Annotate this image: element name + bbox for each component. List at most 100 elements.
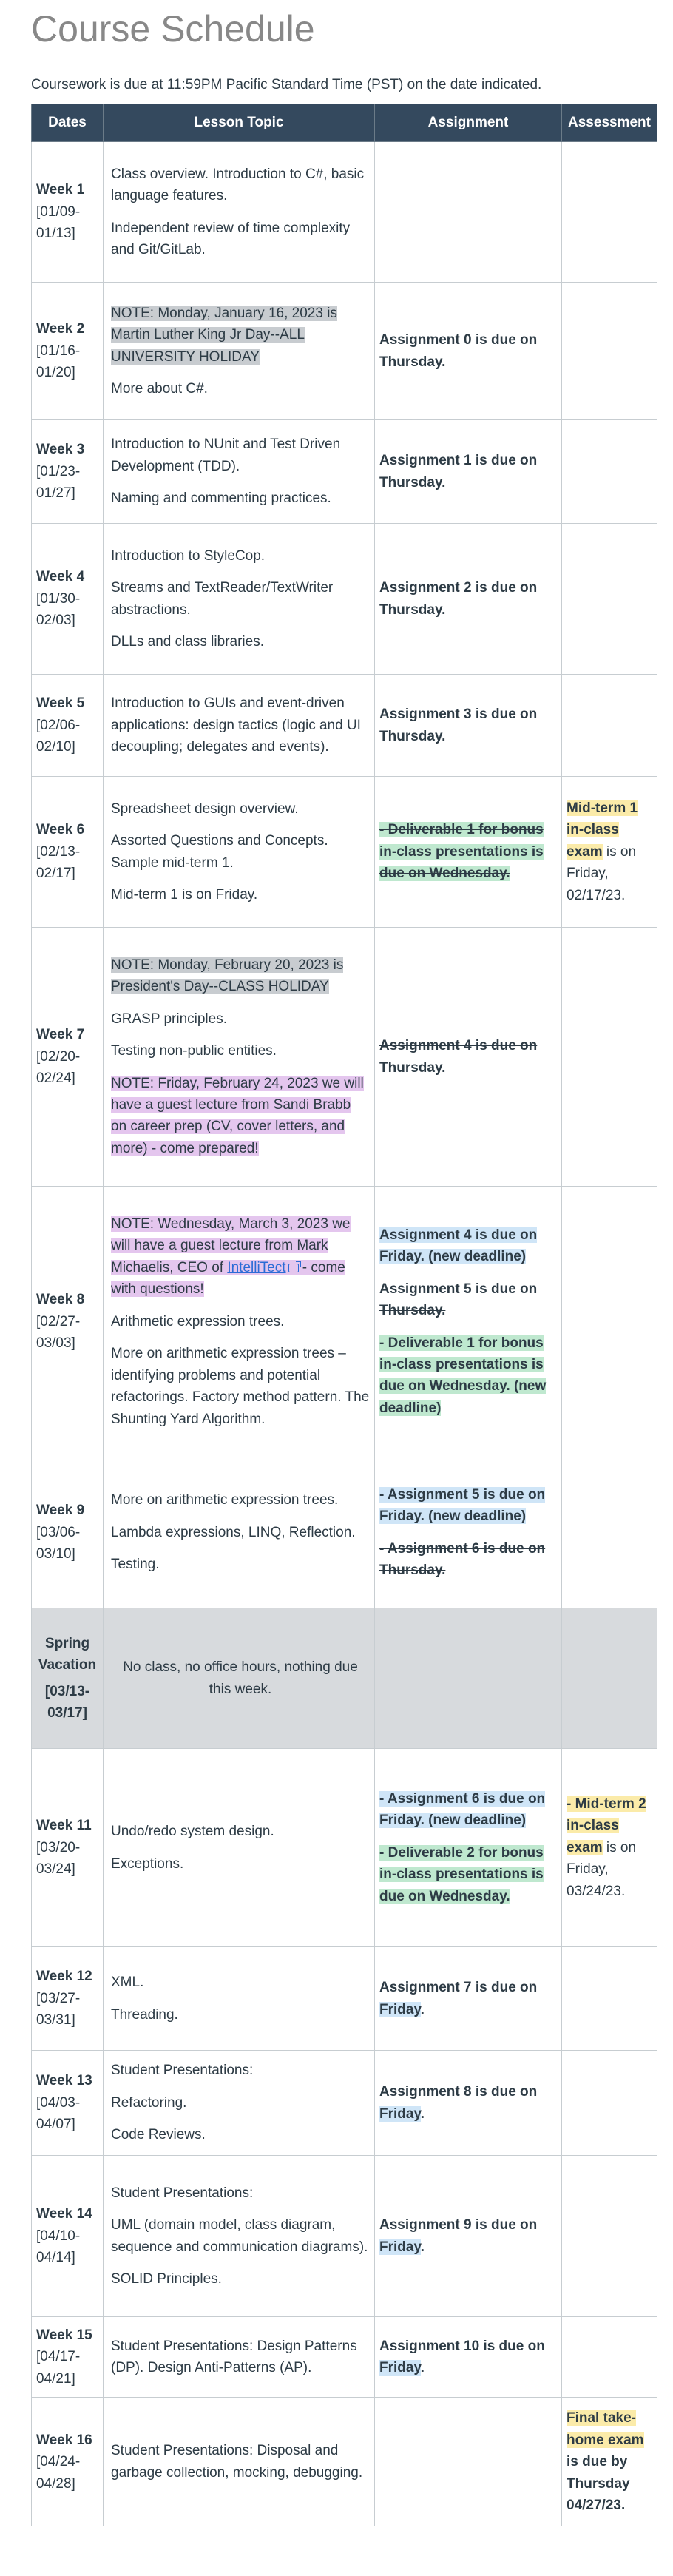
assessment-cell — [561, 1608, 657, 1749]
assessment-cell — [561, 419, 657, 524]
assignment-item: Assignment 4 is due on Friday. (new dead… — [379, 1227, 538, 1265]
week-label: Week 15 — [36, 2327, 92, 2343]
date-range: [02/20-02/24] — [36, 1048, 81, 1087]
assignment-item: Assignment 7 is due on Friday. — [379, 1980, 538, 2017]
assignment-item: - Assignment 5 is due on Friday. (new de… — [379, 1486, 546, 1525]
dates-cell: Week 2 [01/16-01/20] — [31, 282, 104, 420]
topic-item: Introduction to NUnit and Test Driven De… — [111, 436, 341, 474]
week-label: Week 4 — [36, 569, 85, 585]
assignment-cell: - Assignment 6 is due on Friday. (new de… — [374, 1748, 562, 1947]
table-row: Week 11 [03/20-03/24] Undo/redo system d… — [31, 1748, 657, 1947]
dates-cell: Week 4 [01/30-02/03] — [31, 523, 104, 675]
topic-item: More about C#. — [111, 380, 208, 397]
date-range: [04/10-04/14] — [36, 2228, 81, 2266]
assessment-cell — [561, 141, 657, 283]
dates-cell: Week 16 [04/24-04/28] — [31, 2397, 104, 2527]
guest-lecture-note: NOTE: Friday, February 24, 2023 we will … — [111, 1075, 364, 1156]
table-row: Week 2 [01/16-01/20] NOTE: Monday, Janua… — [31, 282, 657, 420]
week-label: Week 7 — [36, 1027, 85, 1043]
external-link-icon[interactable] — [288, 1261, 301, 1272]
dates-cell: Week 7 [02/20-02/24] — [31, 927, 104, 1187]
dates-cell: Week 14 [04/10-04/14] — [31, 2155, 104, 2317]
week-label: Week 5 — [36, 695, 85, 712]
dates-cell: Week 5 [02/06-02/10] — [31, 674, 104, 777]
topic-item: SOLID Principles. — [111, 2270, 222, 2287]
assignment-cell: - Assignment 5 is due on Friday. (new de… — [374, 1457, 562, 1608]
assessment-cell — [561, 927, 657, 1187]
topic-item: Class overview. Introduction to C#, basi… — [111, 166, 365, 204]
assignment-cell: Assignment 7 is due on Friday. — [374, 1946, 562, 2051]
assignment-cell: Assignment 10 is due on Friday. — [374, 2316, 562, 2398]
date-range: [02/27-03/03] — [36, 1313, 81, 1352]
assignment-cell — [374, 141, 562, 283]
topic-item: Exceptions. — [111, 1855, 184, 1872]
assessment-cell: Final take-home exam is due by Thursday … — [561, 2397, 657, 2527]
assignment-item: - Deliverable 1 for bonus in-class prese… — [379, 822, 544, 882]
header-assessment: Assessment — [561, 104, 657, 142]
assignment-cell: Assignment 8 is due on Friday. — [374, 2050, 562, 2156]
topic-item: More on arithmetic expression trees. — [111, 1492, 339, 1508]
topic-item: Threading. — [111, 2006, 178, 2023]
week-label: Week 14 — [36, 2206, 92, 2222]
topic-cell: NOTE: Wednesday, March 3, 2023 we will h… — [103, 1186, 375, 1457]
topic-cell: Introduction to StyleCop. Streams and Te… — [103, 523, 375, 675]
topic-item: Streams and TextReader/TextWriter abstra… — [111, 580, 334, 618]
table-row: Week 6 [02/13-02/17] Spreadsheet design … — [31, 776, 657, 928]
date-range: [04/03-04/07] — [36, 2094, 81, 2133]
assessment-cell — [561, 1186, 657, 1457]
topic-item: Naming and commenting practices. — [111, 490, 331, 507]
table-row: Week 14 [04/10-04/14] Student Presentati… — [31, 2155, 657, 2317]
assessment-cell — [561, 2316, 657, 2398]
assignment-item: - Assignment 6 is due on Thursday. — [379, 1540, 546, 1578]
table-row: Week 5 [02/06-02/10] Introduction to GUI… — [31, 674, 657, 777]
header-lesson-topic: Lesson Topic — [103, 104, 375, 142]
topic-item: DLLs and class libraries. — [111, 633, 264, 650]
table-row-vacation: Spring Vacation [03/13-03/17] No class, … — [31, 1608, 657, 1749]
week-label: Spring Vacation — [38, 1635, 97, 1673]
topic-item: Student Presentations: Design Patterns (… — [111, 2338, 357, 2376]
date-range: [03/06-03/10] — [36, 1524, 81, 1562]
topic-cell: XML. Threading. — [103, 1946, 375, 2051]
topic-item: Testing. — [111, 1557, 160, 1573]
table-row: Week 15 [04/17-04/21] Student Presentati… — [31, 2316, 657, 2398]
assignment-cell: Assignment 4 is due on Friday. (new dead… — [374, 1186, 562, 1457]
week-label: Week 9 — [36, 1503, 85, 1519]
dates-cell: Spring Vacation [03/13-03/17] — [31, 1608, 104, 1749]
topic-cell: Introduction to GUIs and event-driven ap… — [103, 674, 375, 777]
week-label: Week 1 — [36, 182, 85, 198]
topic-item: Refactoring. — [111, 2094, 187, 2111]
topic-item: Assorted Questions and Concepts. Sample … — [111, 833, 328, 871]
assignment-item: Assignment 10 is due on Friday. — [379, 2338, 545, 2376]
intellitect-link[interactable]: IntelliTect — [227, 1260, 285, 1275]
header-dates: Dates — [31, 104, 104, 142]
assignment-item: Assignment 9 is due on Friday. — [379, 2217, 538, 2255]
topic-cell: No class, no office hours, nothing due t… — [103, 1608, 375, 1749]
topic-cell: NOTE: Monday, January 16, 2023 is Martin… — [103, 282, 375, 420]
topic-item: Undo/redo system design. — [111, 1824, 274, 1840]
dates-cell: Week 11 [03/20-03/24] — [31, 1748, 104, 1947]
dates-cell: Week 6 [02/13-02/17] — [31, 776, 104, 928]
topic-cell: More on arithmetic expression trees. Lam… — [103, 1457, 375, 1608]
assignment-cell: Assignment 3 is due on Thursday. — [374, 674, 562, 777]
topic-cell: Spreadsheet design overview. Assorted Qu… — [103, 776, 375, 928]
holiday-note: NOTE: Monday, January 16, 2023 is Martin… — [111, 305, 337, 365]
dates-cell: Week 1 [01/09-01/13] — [31, 141, 104, 283]
header-assignment: Assignment — [374, 104, 562, 142]
date-range: [02/06-02/10] — [36, 717, 81, 755]
table-header-row: Dates Lesson Topic Assignment Assessment — [31, 104, 657, 142]
dates-cell: Week 12 [03/27-03/31] — [31, 1946, 104, 2051]
topic-item: Student Presentations: — [111, 2185, 254, 2201]
week-label: Week 6 — [36, 822, 85, 838]
page-title: Course Schedule — [31, 8, 315, 50]
assessment-cell: Mid-term 1 in-class exam is on Friday, 0… — [561, 776, 657, 928]
date-range: [03/27-03/31] — [36, 1990, 81, 2029]
assignment-item: Assignment 2 is due on Thursday. — [379, 580, 538, 618]
topic-item: Introduction to StyleCop. — [111, 547, 266, 564]
date-range: [01/23-01/27] — [36, 463, 81, 502]
assessment-cell — [561, 1457, 657, 1608]
dates-cell: Week 15 [04/17-04/21] — [31, 2316, 104, 2398]
table-row: Week 4 [01/30-02/03] Introduction to Sty… — [31, 523, 657, 675]
date-range: [01/09-01/13] — [36, 203, 81, 242]
topic-cell: Student Presentations: Disposal and garb… — [103, 2397, 375, 2527]
topic-cell: Introduction to NUnit and Test Driven De… — [103, 419, 375, 524]
